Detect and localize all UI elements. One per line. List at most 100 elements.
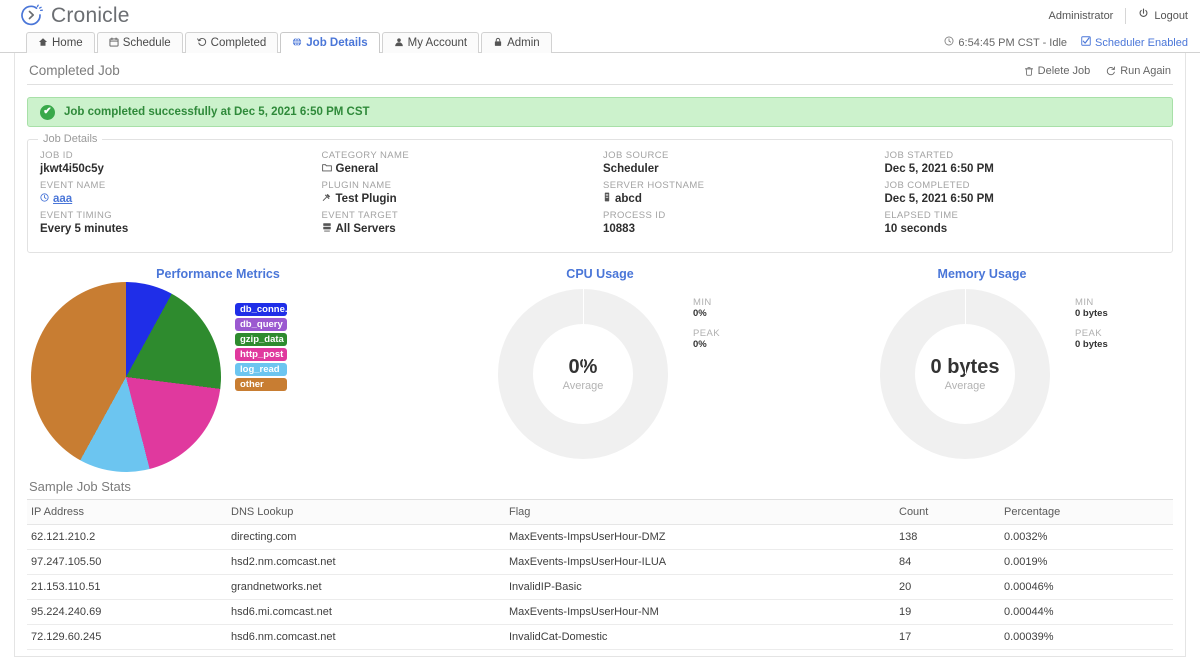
field-event-name: EVENT NAME aaa — [40, 180, 316, 210]
pie-chart-wrap: db_conne... db_query gzip_data http_postlog… — [27, 281, 409, 472]
field-job-completed: JOB COMPLETED Dec 5, 2021 6:50 PM — [885, 180, 1161, 210]
field-label: EVENT TIMING — [40, 210, 113, 221]
field-value-wrap: General — [321, 162, 598, 177]
min-value: 0% — [693, 308, 707, 319]
table-cell: 17 — [895, 624, 1000, 650]
tab-home[interactable]: Home — [26, 32, 95, 53]
table-cell: 0.00037% — [1000, 649, 1173, 657]
table-cell: InvalidCat-Domestic — [505, 624, 895, 650]
check-circle-icon: ✔ — [40, 104, 55, 120]
chart-title: Memory Usage — [937, 267, 1027, 281]
event-name-link[interactable]: aaa — [53, 192, 72, 207]
chart-title: Performance Metrics — [156, 267, 280, 281]
donut-label: Average — [562, 380, 604, 392]
page-container: Completed Job Delete Job Run Again ✔ Job… — [14, 53, 1186, 657]
field-value: All Servers — [335, 223, 396, 235]
field-value: abcd — [615, 193, 642, 205]
donut-chart[interactable]: 0 bytes Average — [880, 289, 1050, 459]
tab-home-label: Home — [52, 37, 83, 49]
table-cell: 21.239.78.116 — [27, 649, 227, 657]
table-cell: 95.224.240.69 — [27, 599, 227, 625]
run-again-button[interactable]: Run Again — [1106, 65, 1171, 77]
field-value-wrap: aaa — [40, 192, 316, 207]
table-cell: directing.com — [227, 524, 505, 550]
table-row[interactable]: 21.153.110.51 grandnetworks.net InvalidIP-… — [27, 574, 1173, 600]
tab-job-details[interactable]: Job Details — [280, 32, 380, 54]
column-header-count[interactable]: Count — [895, 500, 1000, 525]
delete-job-button[interactable]: Delete Job — [1024, 65, 1090, 77]
table-cell: 20 — [895, 574, 1000, 600]
donut-value: 0 bytes — [930, 356, 1000, 378]
calendar-icon — [109, 37, 119, 50]
legend-item[interactable]: gzip_data — [235, 333, 287, 346]
field-label: ELAPSED TIME — [884, 210, 959, 221]
pie-chart[interactable] — [31, 282, 221, 472]
job-details-panel: Job Details JOB ID jkwt4i50c5y CATEGORY … — [27, 133, 1173, 253]
table-header-row: IP Address DNS Lookup Flag Count Percent… — [27, 500, 1173, 525]
legend-item[interactable]: db_query — [235, 318, 287, 331]
table-row[interactable]: 97.247.105.50 hsd2.nm.comcast.net MaxEvent… — [27, 549, 1173, 575]
legend-item[interactable]: db_conne... — [235, 303, 287, 316]
min-label: MIN — [1075, 297, 1094, 308]
table-cell: InvalidDog-Exotic — [505, 649, 895, 657]
table-cell: cable.mindsprung.com — [227, 649, 505, 657]
donut-chart[interactable]: 0% Average — [498, 289, 668, 459]
legend-item[interactable]: other — [235, 378, 287, 391]
stats-table: IP Address DNS Lookup Flag Count Percent… — [27, 500, 1173, 657]
logout-button[interactable]: Logout — [1125, 8, 1190, 24]
table-row[interactable]: 21.239.78.116cable.mindsprung.comInvalid… — [27, 649, 1173, 657]
min-peak-stats: MIN 0 bytes PEAK 0 bytes — [1075, 297, 1108, 359]
user-menu[interactable]: Administrator — [1037, 8, 1126, 24]
column-header-percentage[interactable]: Percentage — [1000, 500, 1173, 525]
app-title: Cronicle — [51, 4, 130, 27]
peak-label: PEAK — [693, 328, 720, 339]
tab-admin[interactable]: Admin — [481, 32, 552, 53]
table-body: 62.121.210.2 directing.com MaxEvents-ImpsU… — [27, 524, 1173, 657]
field-job-started: JOB STARTED Dec 5, 2021 6:50 PM — [885, 150, 1161, 180]
home-icon — [38, 37, 48, 50]
min-value: 0 bytes — [1075, 308, 1108, 319]
chart-memory-usage: Memory Usage 0 bytes Average MIN 0 bytes… — [791, 261, 1173, 471]
field-value-wrap: Test Plugin — [322, 192, 598, 207]
field-server-hostname: SERVER HOSTNAME abcd — [603, 180, 879, 210]
refresh-icon — [1106, 66, 1116, 76]
table-cell: MaxEvents-ImpsUserHour-ILUA — [505, 549, 895, 575]
status-bar: 6:54:45 PM CST - Idle Scheduler Enabled — [944, 36, 1188, 49]
tab-my-account[interactable]: My Account — [381, 32, 480, 53]
job-details-grid: JOB ID jkwt4i50c5y CATEGORY NAME General… — [40, 150, 1160, 240]
column-header-flag[interactable]: Flag — [505, 500, 895, 525]
column-header-dns[interactable]: DNS Lookup — [227, 500, 505, 525]
charts-row: Performance Metrics db_conne... db_queryg… — [27, 261, 1173, 472]
pie-legend: db_conne... db_query gzip_data http_postlog… — [235, 303, 287, 391]
table-cell: MaxEvents-ImpsUserHour-DMZ — [505, 524, 895, 550]
checkbox-checked-icon — [1081, 36, 1091, 49]
tab-completed[interactable]: Completed — [184, 32, 279, 53]
table-row[interactable]: 62.121.210.2 directing.com MaxEvents-ImpsU… — [27, 524, 1173, 550]
table-row[interactable]: 95.224.240.69 hsd6.mi.comcast.net MaxEvent… — [27, 599, 1173, 625]
table-cell: hsd6.nm.comcast.net — [227, 624, 505, 650]
app-logo[interactable]: Cronicle — [14, 0, 1200, 32]
success-banner-text: Job completed successfully at Dec 5, 202… — [64, 106, 370, 118]
page-subheader: Completed Job Delete Job Run Again — [27, 53, 1173, 85]
user-icon — [394, 37, 404, 50]
field-value: General — [335, 163, 379, 175]
field-label: EVENT TARGET — [321, 210, 399, 221]
donut-center: 0 bytes Average — [915, 324, 1015, 424]
column-header-ip[interactable]: IP Address — [27, 500, 227, 525]
field-event-timing: EVENT TIMING Every 5 minutes — [40, 210, 316, 240]
field-label: EVENT NAME — [40, 180, 106, 191]
tab-completed-label: Completed — [210, 37, 267, 49]
legend-item[interactable]: log_read — [235, 363, 287, 376]
job-details-legend: Job Details — [38, 133, 103, 145]
table-cell: MaxEvents-ImpsUserHour-NM — [505, 599, 895, 625]
field-label: SERVER HOSTNAME — [603, 180, 705, 191]
trash-icon — [1024, 66, 1034, 76]
cronicle-clock-icon — [20, 4, 44, 28]
tab-admin-label: Admin — [507, 37, 540, 49]
tab-schedule[interactable]: Schedule — [96, 32, 183, 53]
table-row[interactable]: 72.129.60.245 hsd6.nm.comcast.net InvalidC… — [27, 624, 1173, 650]
peak-label: PEAK — [1075, 328, 1102, 339]
legend-item[interactable]: http_post — [235, 348, 287, 361]
scheduler-toggle[interactable]: Scheduler Enabled — [1081, 36, 1188, 49]
clock-text: 6:54:45 PM CST - Idle — [958, 36, 1068, 49]
